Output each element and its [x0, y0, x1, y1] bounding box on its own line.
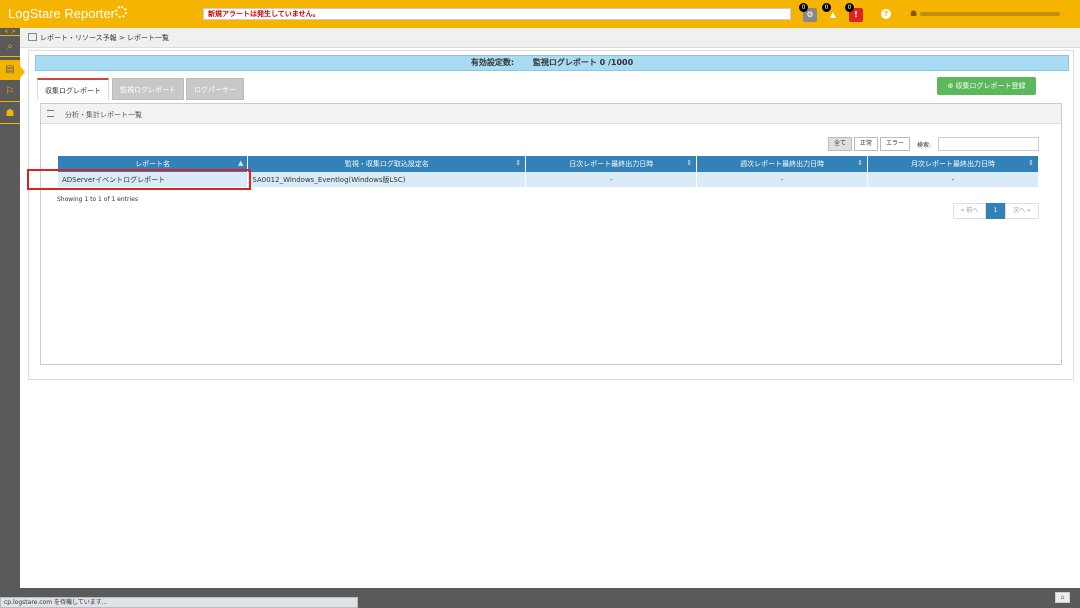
column-label: 月次レポート最終出力日時 [911, 160, 996, 168]
column-label: 監視・収集ログ取込設定名 [344, 160, 429, 168]
info-badge[interactable]: ⚙ 0 [799, 3, 817, 22]
panel-title: 分析・集計レポート一覧 [65, 111, 142, 119]
search-input[interactable] [938, 137, 1039, 151]
alert-message[interactable]: 新規アラートは発生していません。 [203, 8, 791, 20]
error-count: 0 [845, 3, 854, 12]
entries-info: Showing 1 to 1 of 1 entries [57, 196, 138, 203]
settings-label: 有効設定数: [470, 58, 515, 67]
daily-cell: - [525, 172, 698, 187]
breadcrumb-text[interactable]: レポート・リソース予報 > レポート一覧 [40, 33, 169, 43]
sidebar-toggle[interactable]: < > [0, 28, 20, 36]
register-report-button[interactable]: ⊕ 収集ログレポート登録 [937, 77, 1036, 95]
tab-monitor-log-report[interactable]: 監視ログレポート [112, 78, 184, 100]
column-label: 日次レポート最終出力日時 [569, 160, 654, 168]
prev-page-button[interactable]: « 前へ [953, 203, 986, 219]
top-bar: LogStare Reporter 新規アラートは発生していません。 ⚙ 0 ▲… [0, 0, 1080, 28]
user-name-redacted [920, 12, 1060, 16]
settings-count-bar: 有効設定数: 監視ログレポート 0 /1000 [35, 55, 1069, 71]
breadcrumb: レポート・リソース予報 > レポート一覧 [20, 28, 1080, 48]
scroll-top-icon[interactable]: ⌂ [1055, 592, 1070, 603]
next-page-button[interactable]: 次へ » [1005, 203, 1039, 219]
sort-icon: ⇕ [686, 159, 693, 167]
tab-collected-log-report[interactable]: 収集ログレポート [37, 78, 109, 100]
app-title[interactable]: LogStare Reporter [8, 6, 115, 21]
column-label: レポート名 [135, 160, 171, 168]
list-icon [47, 110, 54, 117]
tab-log-parser[interactable]: ログパーサー [186, 78, 244, 100]
sort-icon: ⇕ [515, 159, 522, 167]
weekly-cell: - [696, 172, 869, 187]
column-label: 週次レポート最終出力日時 [740, 160, 825, 168]
user-menu[interactable]: ☗ [910, 9, 1060, 19]
column-header-setting-name[interactable]: 監視・収集ログ取込設定名 ⇕ [247, 156, 527, 172]
sort-icon: ⇕ [857, 159, 864, 167]
search-icon[interactable]: ⌕ [0, 37, 20, 57]
error-badge[interactable]: ! 0 [845, 3, 863, 22]
info-count: 0 [799, 3, 808, 12]
warning-badge[interactable]: ▲ 0 [822, 3, 840, 22]
status-url: cp.logstare.com を待機しています... [0, 597, 358, 608]
settings-value: 監視ログレポート 0 /1000 [532, 58, 634, 67]
column-header-monthly[interactable]: 月次レポート最終出力日時 ⇕ [867, 156, 1039, 172]
filter-all-button[interactable]: 全て [828, 137, 852, 151]
sort-asc-icon: ▲ [238, 159, 244, 167]
column-header-weekly[interactable]: 週次レポート最終出力日時 ⇕ [696, 156, 869, 172]
sidebar: < > ⌕ ▤ ⚐ ☗ [0, 28, 20, 588]
logo-gear-icon [115, 6, 127, 18]
help-icon[interactable]: ? [881, 9, 891, 19]
user-icon: ☗ [910, 9, 918, 18]
users-icon[interactable]: ☗ [0, 104, 20, 124]
highlight-box [27, 169, 251, 190]
sort-icon: ⇕ [1028, 159, 1034, 167]
alert-icon[interactable]: ⚐ [0, 82, 20, 102]
filter-error-button[interactable]: エラー [880, 137, 910, 151]
report-icon[interactable]: ▤ [0, 60, 20, 80]
sidebar-active-pointer [20, 66, 25, 78]
search-label: 検索: [917, 142, 932, 149]
main-content: 有効設定数: 監視ログレポート 0 /1000 収集ログレポート 監視ログレポー… [28, 50, 1074, 380]
panel-header: 分析・集計レポート一覧 [41, 104, 1061, 124]
monthly-cell: - [867, 172, 1039, 187]
filter-normal-button[interactable]: 正常 [854, 137, 878, 151]
page-1-button[interactable]: 1 [986, 203, 1005, 219]
setting-name-cell: SA0012_Windows_Eventlog(Windows版LSC) [247, 172, 527, 187]
report-list-panel: 分析・集計レポート一覧 全て 正常 エラー 検索: レポート名 ▲ 監視・収集ログ… [40, 103, 1062, 365]
chart-icon [28, 33, 37, 41]
column-header-daily[interactable]: 日次レポート最終出力日時 ⇕ [525, 156, 698, 172]
warning-count: 0 [822, 3, 831, 12]
